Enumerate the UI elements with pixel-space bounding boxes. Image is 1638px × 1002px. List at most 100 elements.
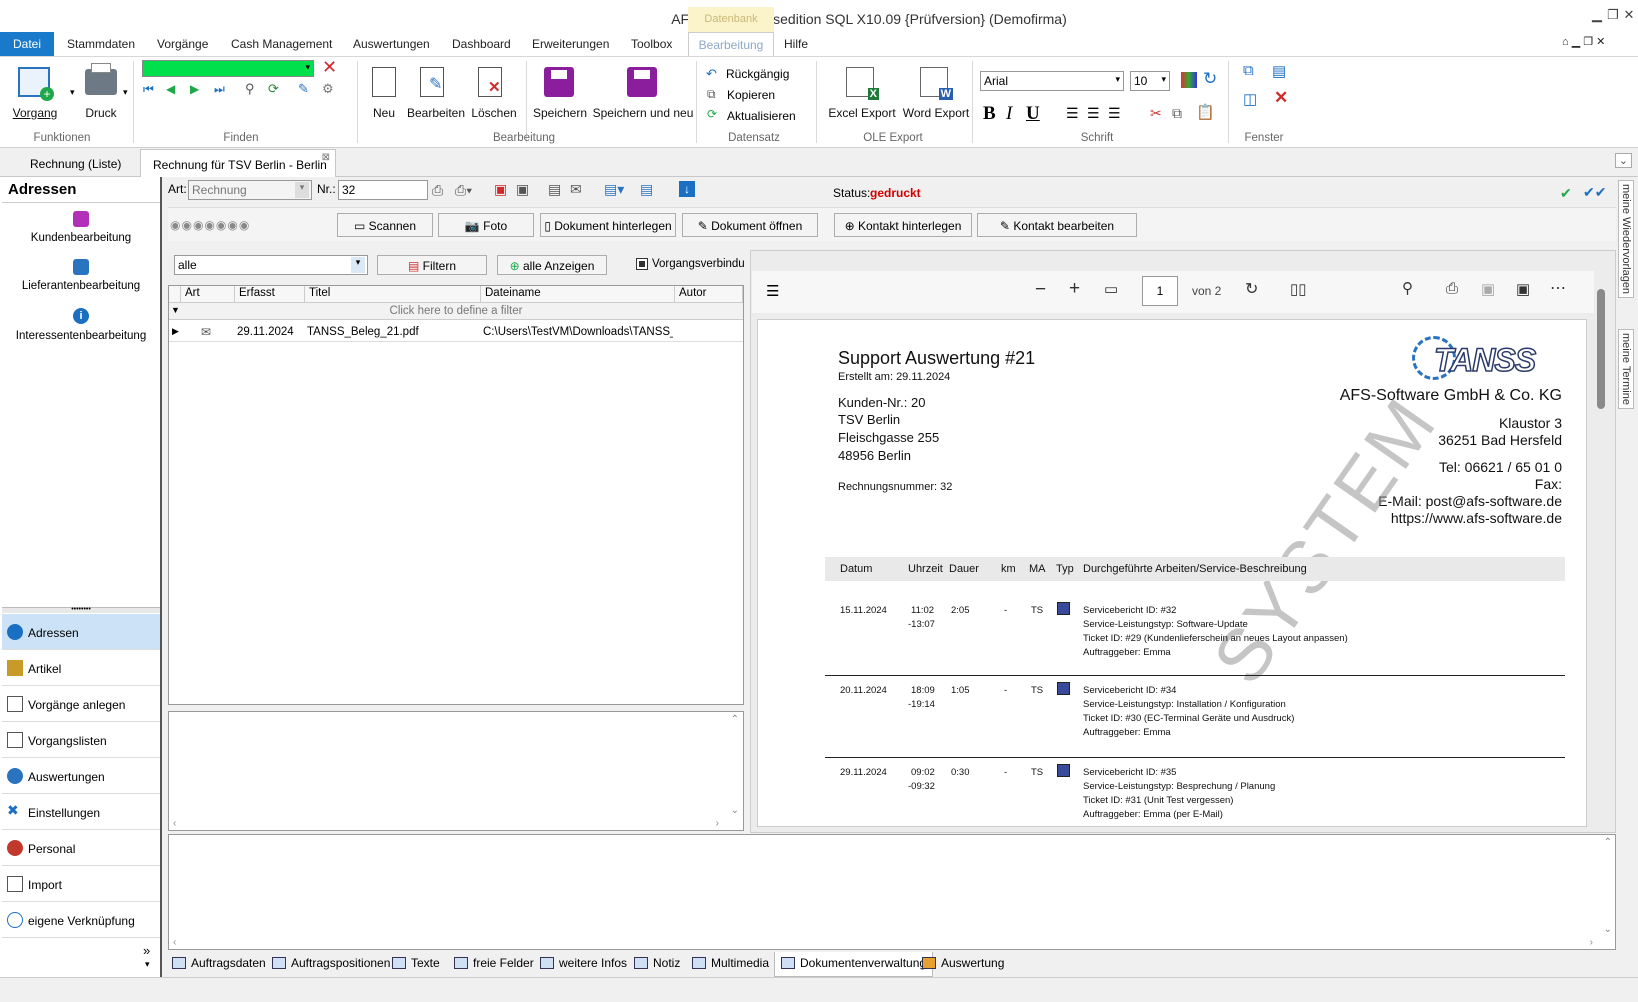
kontakt-bearbeiten-button[interactable]: ✎ Kontakt bearbeiten [977,213,1137,237]
tab-rechnung-current[interactable]: Rechnung für TSV Berlin - Berlin ⊠ [140,149,336,177]
tab-texte[interactable]: Texte [392,956,440,970]
druck-button[interactable]: Druck [85,106,116,120]
lieferantenbearbeitung-link[interactable]: Lieferantenbearbeitung [0,280,162,292]
email-icon[interactable]: ✉ [570,181,582,198]
tile-vertical-icon[interactable]: ◫ [1243,90,1257,108]
tab-notiz[interactable]: Notiz [634,956,680,970]
vorgang-dropdown-icon[interactable]: ▾ [70,87,75,98]
col-art[interactable]: Art [181,286,235,302]
tab-list-dropdown-icon[interactable]: ⌄ [1614,153,1632,168]
rueckgaengig-button[interactable]: Rückgängig [726,67,789,81]
tab-multimedia[interactable]: Multimedia [692,956,769,970]
kundenbearbeitung-link[interactable]: Kundenbearbeitung [0,232,162,244]
save-icon[interactable] [544,67,574,97]
word-export-icon[interactable]: W [920,67,953,100]
tab-vorgaenge[interactable]: Vorgänge [157,37,208,51]
save-pdf-icon[interactable]: ▣ [1481,280,1495,298]
wiedervorlagen-tab[interactable]: meine Wiedervorlagen [1618,180,1634,299]
printer-icon[interactable] [85,63,117,95]
align-center-icon[interactable]: ☰ [1087,105,1100,122]
lieferantenbearbeitung-icon[interactable] [73,259,89,275]
find-settings-icon[interactable]: ⚙ [322,81,334,97]
filter-select[interactable]: alle ▾ [174,255,368,275]
notes-scroll-right-icon[interactable]: › [716,818,719,829]
refresh-font-icon[interactable]: ↻ [1203,69,1217,89]
excel-export-button[interactable]: Excel Export [828,106,895,120]
nav-personal[interactable]: Personal [2,830,160,866]
notes-scroll-up-icon[interactable]: ⌃ [731,714,739,725]
nr-input[interactable]: 32 [338,180,428,200]
copy-icon[interactable]: ⧉ [707,87,716,102]
col-titel[interactable]: Titel [305,286,481,302]
print-pdf-icon[interactable]: ⎙ [1446,280,1458,297]
confirm-all-icon[interactable]: ✔✔ [1583,184,1606,201]
speichern-neu-button[interactable]: Speichern und neu [593,106,694,120]
nav-import[interactable]: Import [2,866,160,902]
kontakt-hinterlegen-button[interactable]: ⊕ Kontakt hinterlegen [834,213,972,237]
bottom-scroll-right-icon[interactable]: › [1590,937,1593,948]
clear-search-icon[interactable]: ✕ [322,57,337,78]
druck-dropdown-icon[interactable]: ▾ [123,87,128,98]
excel-export-icon[interactable]: X [846,67,879,100]
italic-button[interactable]: I [1006,103,1012,125]
interessentenbearbeitung-link[interactable]: Interessentenbearbeitung [0,330,162,342]
alle-anzeigen-button[interactable]: ⊕ alle Anzeigen [497,255,607,275]
scannen-button[interactable]: ▭ Scannen [337,213,433,237]
pdf-scroll-thumb[interactable] [1597,289,1605,409]
termine-tab[interactable]: meine Termine [1618,329,1634,409]
panel-splitter[interactable]: •••••••• [2,606,160,613]
archive-icon[interactable]: ▤ [640,181,653,198]
print-options-icon[interactable]: ⎙▾ [455,182,472,199]
col-autor[interactable]: Autor [675,286,743,302]
dokument-oeffnen-button[interactable]: ✎ Dokument öffnen [682,213,818,237]
tab-bearbeitung[interactable]: Bearbeitung [688,32,774,57]
zoom-in-icon[interactable]: + [1069,278,1080,300]
tab-toolbox[interactable]: Toolbox [631,37,672,51]
search-color-field[interactable]: ▾ [142,60,314,77]
font-family-select[interactable]: Arial ▾ [980,71,1124,91]
attachment-icon[interactable]: ▤▾ [604,181,624,198]
table-row[interactable]: ▶ ✉ 29.11.2024 TANSS_Beleg_21.pdf C:\Use… [169,324,743,342]
underline-button[interactable]: U [1026,103,1040,125]
bearbeiten-button[interactable]: Bearbeiten [407,106,465,120]
tab-datei[interactable]: Datei [0,32,54,56]
save-new-icon[interactable] [627,67,657,97]
last-record-icon[interactable]: ⏭ [214,82,225,97]
tab-weitere-infos[interactable]: weitere Infos [540,956,627,970]
filtern-button[interactable]: ▤ Filtern [377,255,487,275]
aktualisieren-button[interactable]: Aktualisieren [727,109,796,123]
pdf-outline-icon[interactable]: ☰ [766,282,779,300]
bottom-text-area[interactable]: ⌃ ⌄ ‹ › [168,834,1616,950]
close-all-windows-icon[interactable]: ✕ [1274,88,1288,108]
pdf-preview-icon[interactable]: ▣ [516,181,529,198]
copy-text-icon[interactable]: ⧉ [1172,105,1182,122]
align-right-icon[interactable]: ☰ [1108,105,1121,122]
media-controls-icon[interactable]: ◉◉◉◉◉◉◉ [170,218,250,232]
nav-einstellungen[interactable]: ✖ Einstellungen [2,794,160,830]
nav-eigene-verknuepfung[interactable]: eigene Verknüpfung [2,902,160,938]
col-dateiname[interactable]: Dateiname [481,286,675,302]
tab-auswertungen[interactable]: Auswertungen [353,37,430,51]
nav-dropdown-icon[interactable]: ▾ [145,959,150,970]
fit-page-icon[interactable]: ▭ [1104,280,1118,298]
zoom-out-icon[interactable]: − [1035,279,1046,301]
filter-row[interactable]: ▼ Click here to define a filter [169,302,743,320]
tab-hilfe[interactable]: Hilfe [784,37,808,51]
font-size-select[interactable]: 10 ▾ [1130,71,1170,91]
paste-icon[interactable]: 📋 [1196,103,1215,121]
more-options-icon[interactable]: ⋯ [1550,278,1566,298]
binoculars-icon[interactable]: ⚲ [245,81,255,97]
notes-area[interactable]: ⌃ ⌄ ‹ › [168,711,744,831]
new-document-icon[interactable] [372,67,396,97]
align-left-icon[interactable]: ☰ [1066,105,1079,122]
nav-adressen[interactable]: Adressen [2,614,160,650]
print-record-icon[interactable]: ⎙ [432,182,443,199]
vorgang-button[interactable]: Vorgang [13,106,58,120]
color-picker-icon[interactable] [1181,72,1197,88]
next-record-icon[interactable]: ▶ [190,82,199,96]
find-refresh-icon[interactable]: ⟳ [268,81,279,97]
ribbon-collapse-icon[interactable]: ⌂ ▁ ❐ ✕ [1562,35,1605,48]
art-select[interactable]: Rechnung ▾ [188,180,312,200]
word-export-button[interactable]: Word Export [903,106,969,120]
foto-button[interactable]: 📷 Foto [438,213,534,237]
